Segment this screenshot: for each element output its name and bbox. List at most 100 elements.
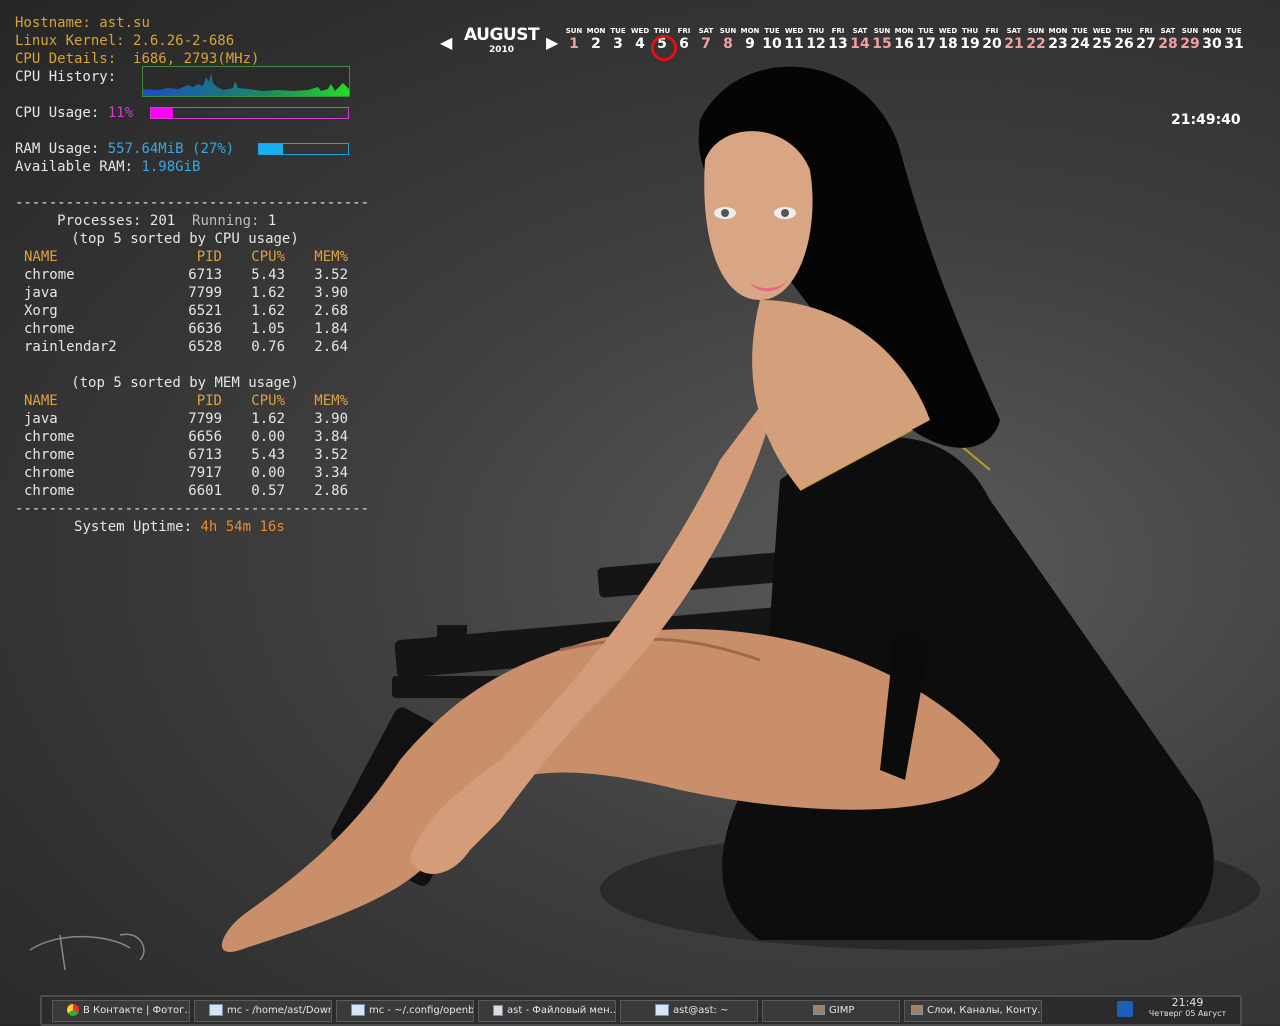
file-manager-icon — [493, 1004, 503, 1016]
calendar-day-of-week: SAT — [1006, 27, 1022, 35]
process-cpu: 1.62 — [251, 303, 285, 319]
running-label: Running: — [192, 213, 260, 229]
cpu-details-label: CPU Details: — [15, 51, 117, 67]
task-button[interactable]: GIMP — [762, 1000, 900, 1022]
calendar-day-number: 9 — [745, 36, 755, 52]
calendar-day-number: 11 — [784, 36, 804, 52]
calendar-day-of-week: WED — [630, 27, 650, 35]
terminal-icon — [209, 1004, 223, 1016]
cpu-usage-bar — [150, 107, 349, 119]
triangle-right-icon[interactable]: ▶ — [546, 33, 558, 52]
calendar-day-of-week: WED — [1092, 27, 1112, 35]
tray-time: 21:49 — [1171, 996, 1204, 1009]
terminal-icon — [351, 1004, 365, 1016]
calendar-day-number: 3 — [613, 36, 623, 52]
calendar-day-of-week: MON — [740, 27, 760, 35]
task-button[interactable]: Слои, Каналы, Конту... — [904, 1000, 1042, 1022]
process-pid: 6521 — [188, 303, 222, 319]
task-label: mc - ~/.config/openb... — [369, 1005, 474, 1016]
calendar-day-number: 20 — [982, 36, 1002, 52]
top-cpu-list: chrome 6713 5.43 3.52 java 7799 1.62 3.90 Xorg… — [15, 266, 355, 356]
calendar-day-number: 26 — [1114, 36, 1134, 52]
cpu-usage-bar-fill — [151, 108, 173, 118]
calendar-day-of-week: FRI — [831, 27, 845, 35]
tray-date: Четверг 05 Август — [1148, 1009, 1227, 1018]
calendar-day-of-week: SUN — [1181, 27, 1199, 35]
calendar-day-of-week: SAT — [698, 27, 714, 35]
kernel-value: 2.6.26-2-686 — [133, 33, 235, 49]
process-mem: 2.68 — [314, 303, 348, 319]
task-button[interactable]: ast - Файловый мен... — [478, 1000, 616, 1022]
calendar-day-number: 16 — [894, 36, 914, 52]
col-name: NAME — [24, 393, 58, 409]
process-pid: 7799 — [188, 285, 222, 301]
process-row: chrome 6601 0.57 2.86 — [15, 482, 355, 500]
uptime-label: System Uptime: — [74, 519, 193, 535]
task-button[interactable]: ast@ast: ~ — [620, 1000, 758, 1022]
process-row: java 7799 1.62 3.90 — [15, 410, 355, 428]
gimp-icon — [911, 1005, 923, 1015]
triangle-left-icon[interactable]: ◀ — [440, 33, 452, 52]
process-mem: 3.52 — [314, 447, 348, 463]
process-row: chrome 6636 1.05 1.84 — [15, 320, 355, 338]
calendar-day-of-week: THU — [653, 27, 671, 35]
available-ram-row: Available RAM: 1.98GiB — [15, 158, 355, 176]
process-name: rainlendar2 — [24, 339, 117, 355]
network-icon[interactable] — [1117, 1001, 1133, 1017]
running-value: 1 — [267, 213, 277, 229]
task-button[interactable]: mc - /home/ast/Down... — [194, 1000, 332, 1022]
process-row: chrome 6713 5.43 3.52 — [15, 446, 355, 464]
ram-usage-bar — [258, 143, 349, 155]
calendar-day-number: 6 — [679, 36, 689, 52]
process-cpu: 1.05 — [251, 321, 285, 337]
process-pid: 6656 — [188, 429, 222, 445]
calendar-day-number: 4 — [635, 36, 645, 52]
task-label: ast@ast: ~ — [673, 1005, 729, 1016]
hostname-label: Hostname: — [15, 15, 91, 31]
processes-label: Processes: — [57, 213, 142, 229]
calendar-day-number: 31 — [1224, 36, 1244, 52]
task-label: GIMP — [829, 1005, 855, 1016]
col-pid: PID — [196, 393, 222, 409]
desktop-clock: 21:49:40 — [1171, 112, 1241, 128]
process-row: Xorg 6521 1.62 2.68 — [15, 302, 355, 320]
task-button[interactable]: mc - ~/.config/openb... — [336, 1000, 474, 1022]
calendar-day-number: 12 — [806, 36, 826, 52]
col-cpu: CPU% — [251, 249, 285, 265]
calendar-day-of-week: SAT — [1160, 27, 1176, 35]
cpu-details-value: i686, 2793(MHz) — [133, 51, 260, 67]
calendar-day-number: 2 — [591, 36, 601, 52]
process-pid: 7917 — [188, 465, 222, 481]
process-name: java — [24, 285, 58, 301]
calendar-day-of-week: FRI — [985, 27, 999, 35]
cpu-usage-value: 11% — [107, 105, 134, 121]
process-name: chrome — [24, 483, 75, 499]
process-mem: 2.86 — [314, 483, 348, 499]
tray-clock[interactable]: 21:49 Четверг 05 Август — [1140, 996, 1235, 1019]
calendar-day-number: 30 — [1202, 36, 1222, 52]
top-mem-list: java 7799 1.62 3.90 chrome 6656 0.00 3.84 chro… — [15, 410, 355, 500]
calendar-day-number: 7 — [701, 36, 711, 52]
top-cpu-title: (top 5 sorted by CPU usage) — [71, 231, 299, 247]
calendar-day-number: 23 — [1048, 36, 1068, 52]
calendar-day-of-week: THU — [961, 27, 979, 35]
calendar-day-number: 8 — [723, 36, 733, 52]
col-cpu: CPU% — [251, 393, 285, 409]
ram-usage-value: 557.64MiB (27%) — [107, 141, 235, 157]
process-mem: 3.90 — [314, 285, 348, 301]
calendar-day-of-week: SAT — [852, 27, 868, 35]
col-mem: MEM% — [314, 249, 348, 265]
task-button[interactable]: В Контакте | Фотог... — [52, 1000, 190, 1022]
uptime-value: 4h 54m 16s — [200, 519, 285, 535]
process-pid: 6713 — [188, 447, 222, 463]
separator-top: ----------------------------------------… — [15, 195, 370, 211]
process-cpu: 0.00 — [251, 429, 285, 445]
process-cpu: 0.57 — [251, 483, 285, 499]
calendar-day-of-week: MON — [586, 27, 606, 35]
calendar-day-number: 15 — [872, 36, 892, 52]
process-pid: 6601 — [188, 483, 222, 499]
task-label: Слои, Каналы, Конту... — [927, 1005, 1042, 1016]
calendar-day-number: 28 — [1158, 36, 1178, 52]
calendar-day-number: 25 — [1092, 36, 1112, 52]
chrome-icon — [67, 1004, 79, 1016]
